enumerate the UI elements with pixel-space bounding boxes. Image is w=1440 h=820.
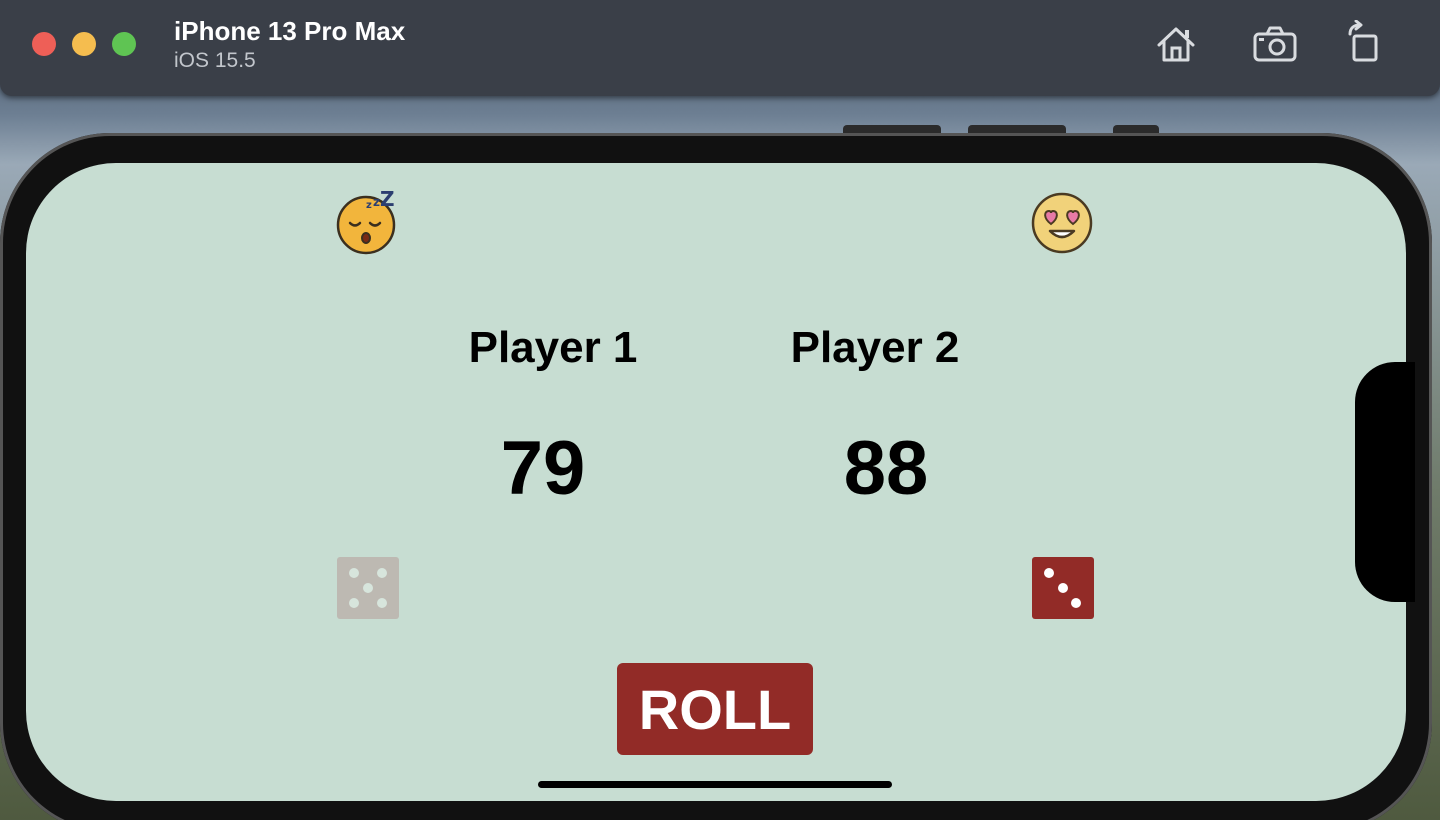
die-pip [363, 583, 373, 593]
sleeping-face-icon: z z Z [336, 191, 396, 255]
app-screen: z z Z Player 1 Player 2 79 88 ROLL [26, 163, 1406, 801]
die-pip [1058, 583, 1068, 593]
die-pip [377, 598, 387, 608]
player-1-die-five [337, 557, 399, 619]
die-pip [349, 598, 359, 608]
die-pip [1044, 568, 1054, 578]
die-pip [377, 568, 387, 578]
player-2-label: Player 2 [790, 323, 960, 372]
roll-button[interactable]: ROLL [617, 663, 813, 755]
svg-text:z: z [366, 200, 372, 211]
zoom-window-button[interactable] [112, 32, 136, 56]
minimize-window-button[interactable] [72, 32, 96, 56]
device-name: iPhone 13 Pro Max [174, 16, 406, 46]
close-window-button[interactable] [32, 32, 56, 56]
rotate-icon[interactable] [1342, 20, 1390, 68]
die-pip [349, 568, 359, 578]
player-1-label: Player 1 [468, 323, 638, 372]
player-2-score: 88 [843, 426, 929, 511]
home-icon[interactable] [1152, 20, 1200, 68]
home-indicator[interactable] [538, 781, 892, 788]
die-pip [1071, 598, 1081, 608]
player-2-die-three [1032, 557, 1094, 619]
player-1-score: 79 [500, 426, 586, 511]
svg-text:Z: Z [380, 191, 395, 211]
svg-text:z: z [373, 195, 380, 209]
heart-eyes-face-icon [1031, 192, 1093, 254]
simulator-title-bar: iPhone 13 Pro Max iOS 15.5 [0, 0, 1440, 96]
notch [1355, 362, 1415, 602]
os-version: iOS 15.5 [174, 49, 256, 72]
screenshot-icon[interactable] [1251, 20, 1299, 68]
